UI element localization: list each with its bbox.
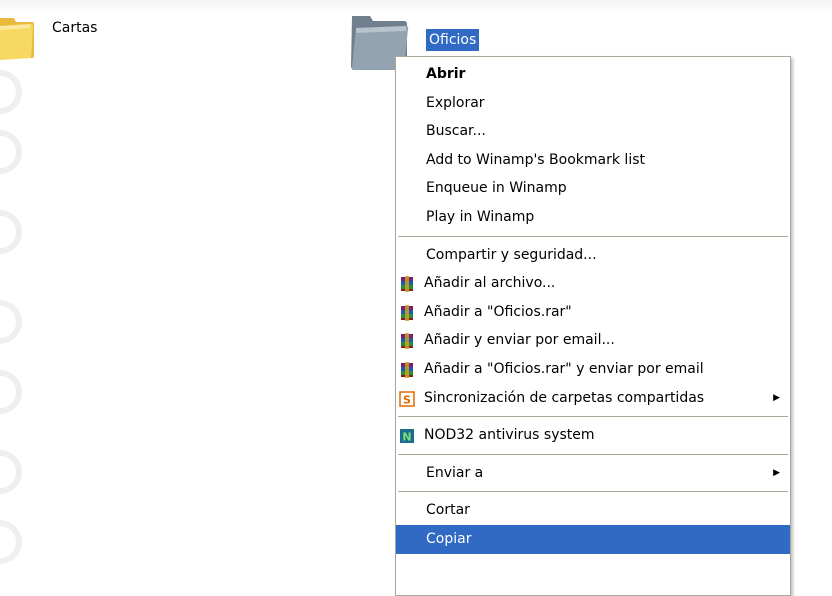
winrar-icon bbox=[401, 333, 413, 350]
svg-text:S: S bbox=[403, 393, 411, 406]
folder-icon bbox=[0, 18, 34, 60]
background-decor bbox=[0, 210, 22, 254]
background-decor bbox=[0, 370, 22, 414]
menu-item-compartir[interactable]: Compartir y seguridad... bbox=[396, 241, 790, 270]
winrar-icon bbox=[401, 304, 413, 321]
menu-item-label: Sincronización de carpetas compartidas bbox=[424, 389, 705, 406]
menu-item-label: Añadir a "Oficios.rar" bbox=[424, 303, 572, 320]
menu-item-label: Enqueue in Winamp bbox=[426, 180, 567, 197]
menu-item-label: Añadir a "Oficios.rar" y enviar por emai… bbox=[424, 360, 704, 377]
nod32-icon: N bbox=[400, 429, 414, 444]
menu-item-label: Añadir y enviar por email... bbox=[424, 332, 615, 349]
background-decor bbox=[0, 520, 22, 564]
menu-item-label: Play in Winamp bbox=[426, 208, 535, 225]
menu-item-rar-named-email[interactable]: Añadir a "Oficios.rar" y enviar por emai… bbox=[396, 355, 790, 384]
menu-item-label: Cortar bbox=[426, 502, 470, 519]
menu-item-copiar[interactable]: Copiar bbox=[396, 524, 790, 554]
background-decor bbox=[0, 70, 22, 114]
menu-item-winamp-play[interactable]: Play in Winamp bbox=[396, 203, 790, 232]
submenu-arrow-icon: ▶ bbox=[773, 392, 780, 403]
folder-label[interactable]: Oficios bbox=[426, 29, 480, 51]
menu-item-label: Buscar... bbox=[426, 123, 486, 140]
context-menu: Abrir Explorar Buscar... Add to Winamp's… bbox=[395, 56, 791, 596]
menu-item-label: NOD32 antivirus system bbox=[424, 427, 595, 444]
menu-item-rar-add[interactable]: Añadir al archivo... bbox=[396, 269, 790, 298]
menu-item-label: Explorar bbox=[426, 94, 485, 111]
menu-item-label: Copiar bbox=[426, 530, 472, 547]
background-decor bbox=[0, 130, 22, 174]
menu-item-label: Abrir bbox=[426, 66, 466, 82]
menu-item-abrir[interactable]: Abrir bbox=[396, 60, 790, 89]
menu-item-winamp-bookmark[interactable]: Add to Winamp's Bookmark list bbox=[396, 146, 790, 175]
menu-item-winamp-enqueue[interactable]: Enqueue in Winamp bbox=[396, 174, 790, 203]
menu-separator bbox=[398, 491, 788, 493]
svg-text:N: N bbox=[402, 431, 411, 444]
menu-separator bbox=[398, 416, 788, 418]
menu-separator bbox=[398, 453, 788, 455]
background-decor bbox=[0, 300, 22, 344]
folder-label[interactable]: Cartas bbox=[52, 20, 97, 36]
submenu-arrow-icon: ▶ bbox=[773, 467, 780, 478]
sync-folders-icon: S bbox=[399, 390, 415, 407]
menu-item-rar-email[interactable]: Añadir y enviar por email... bbox=[396, 326, 790, 355]
menu-item-label: Enviar a bbox=[426, 464, 484, 481]
menu-item-enviar-a[interactable]: Enviar a ▶ bbox=[396, 459, 790, 488]
menu-item-nod32[interactable]: N NOD32 antivirus system bbox=[396, 421, 790, 450]
menu-item-label: Compartir y seguridad... bbox=[426, 246, 597, 263]
menu-separator bbox=[398, 235, 788, 237]
background-decor bbox=[0, 450, 22, 494]
menu-item-cortar[interactable]: Cortar bbox=[396, 496, 790, 525]
menu-item-label: Añadir al archivo... bbox=[424, 275, 556, 292]
menu-item-label: Add to Winamp's Bookmark list bbox=[426, 151, 645, 168]
winrar-icon bbox=[401, 276, 413, 293]
menu-item-rar-add-named[interactable]: Añadir a "Oficios.rar" bbox=[396, 298, 790, 327]
menu-item-sync-folders[interactable]: S Sincronización de carpetas compartidas… bbox=[396, 384, 790, 413]
menu-item-explorar[interactable]: Explorar bbox=[396, 89, 790, 118]
menu-item-buscar[interactable]: Buscar... bbox=[396, 117, 790, 146]
winrar-icon bbox=[401, 361, 413, 378]
background-top-strip bbox=[0, 0, 832, 14]
